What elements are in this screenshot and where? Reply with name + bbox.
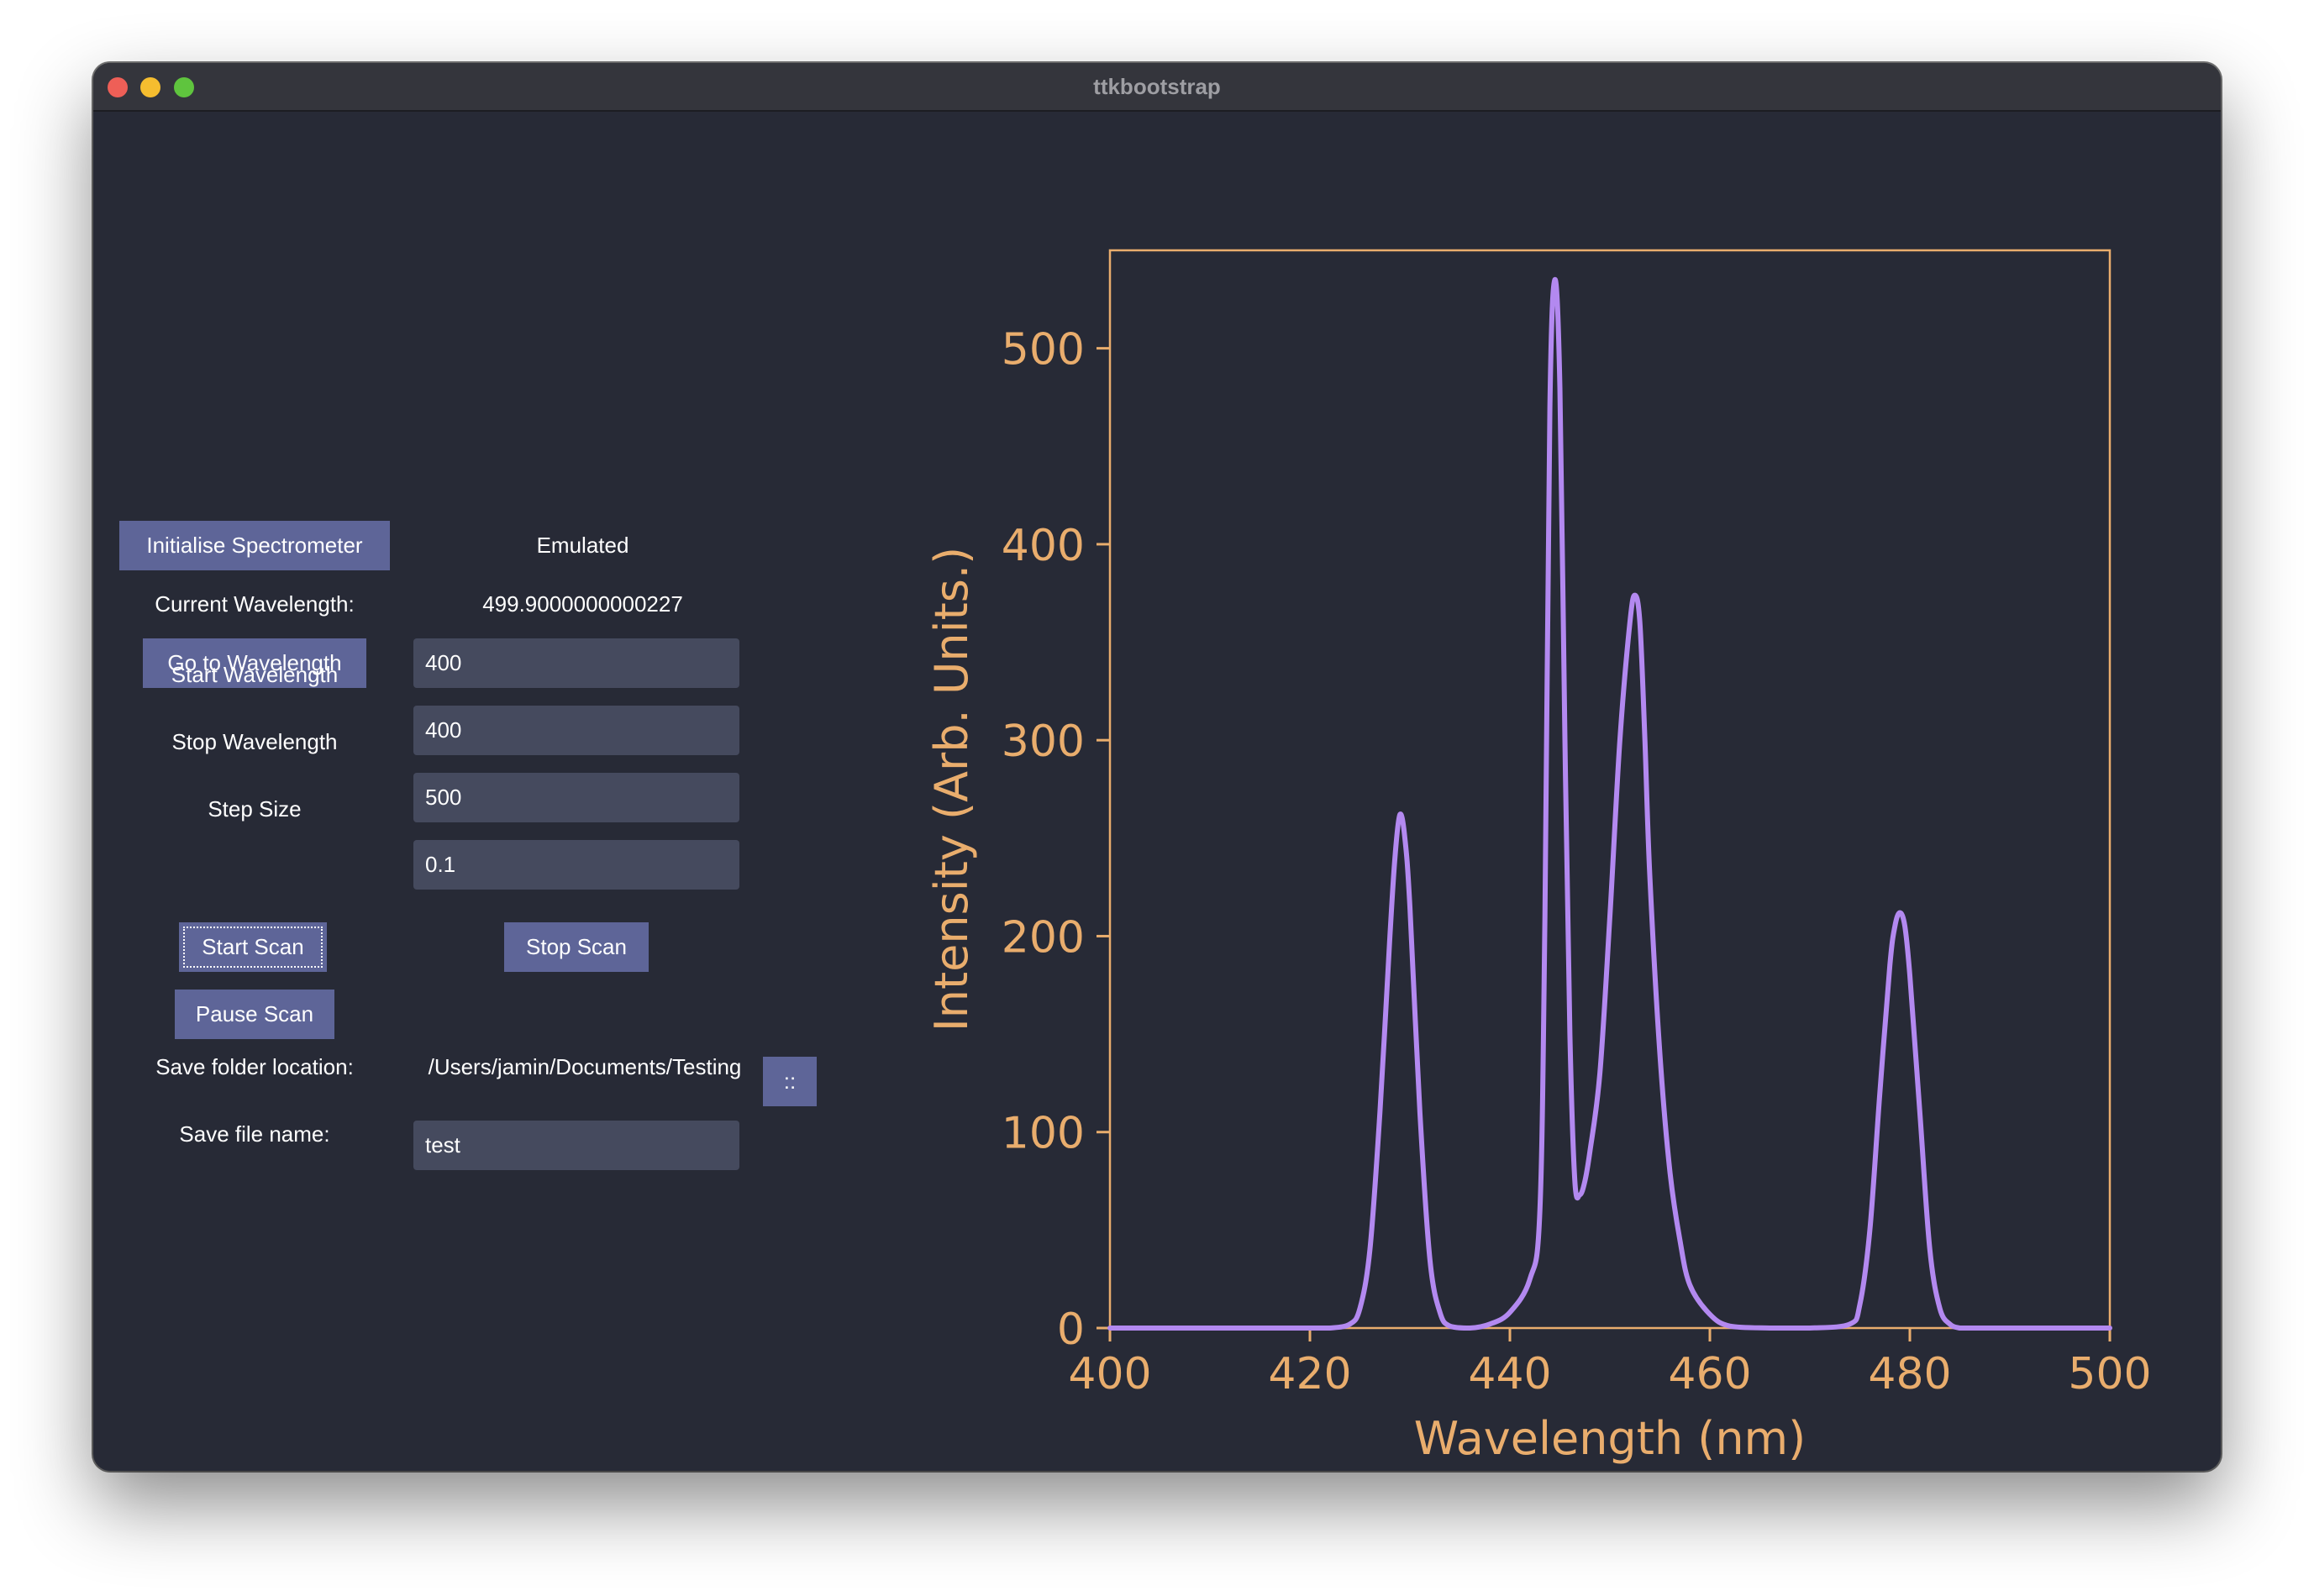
app-window: ttkbootstrap Initialise Spectrometer Emu…	[93, 63, 2221, 1471]
spectrum-chart: 400 420 440 460 480 500 0 100 200 300 400 500 Wave…	[925, 249, 2152, 1465]
plot-frame	[1108, 249, 2112, 1330]
x-tick-label: 420	[1268, 1349, 1351, 1399]
window-content: Initialise Spectrometer Emulated Current…	[93, 112, 2221, 1471]
x-tick-label: 480	[1868, 1349, 1951, 1399]
x-tick-label: 400	[1068, 1349, 1151, 1399]
y-tick-label: 0	[1057, 1305, 1085, 1355]
title-bar: ttkbootstrap	[93, 63, 2221, 112]
spectrum-series-line	[1107, 276, 2112, 1331]
y-axis-label: Intensity (Arb. Units.)	[925, 547, 978, 1032]
x-tick-label: 460	[1668, 1349, 1751, 1399]
y-tick-label: 400	[1002, 521, 1085, 571]
x-tick-label: 500	[2068, 1349, 2151, 1399]
x-axis-label: Wavelength (nm)	[1414, 1412, 1806, 1465]
y-tick-label: 500	[1002, 325, 1085, 375]
window-title: ttkbootstrap	[1093, 74, 1221, 99]
y-tick-label: 200	[1002, 912, 1085, 963]
x-tick-label: 440	[1468, 1349, 1551, 1399]
y-tick-label: 300	[1002, 717, 1085, 767]
y-tick-label: 100	[1002, 1109, 1085, 1159]
